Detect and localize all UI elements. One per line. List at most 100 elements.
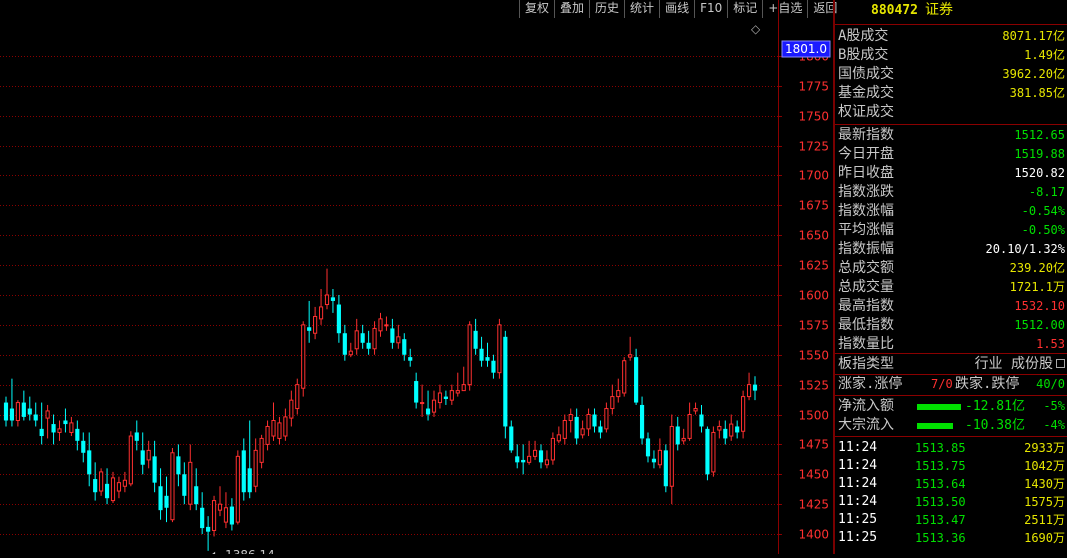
- candle[interactable]: [295, 378, 300, 415]
- candle[interactable]: [110, 471, 116, 503]
- candle[interactable]: [390, 318, 395, 349]
- candle[interactable]: [556, 426, 561, 444]
- candle[interactable]: [741, 390, 746, 439]
- tick-row[interactable]: 11:25 1513.36 1690万: [835, 529, 1067, 547]
- candle[interactable]: [402, 333, 407, 361]
- candle[interactable]: [455, 372, 460, 397]
- candle[interactable]: [378, 312, 383, 337]
- candle[interactable]: [687, 402, 692, 441]
- candle[interactable]: [301, 321, 306, 397]
- tick-row[interactable]: 11:24 1513.64 1430万: [835, 475, 1067, 493]
- candle[interactable]: [550, 432, 555, 465]
- candle[interactable]: [420, 384, 425, 417]
- candle[interactable]: [598, 420, 603, 439]
- candle[interactable]: [544, 450, 550, 469]
- candle[interactable]: [152, 440, 157, 493]
- candle[interactable]: [128, 431, 133, 487]
- candle[interactable]: [699, 404, 704, 433]
- candle[interactable]: [657, 438, 662, 469]
- candle[interactable]: [27, 396, 32, 421]
- candle[interactable]: [229, 498, 234, 531]
- candle[interactable]: [342, 324, 347, 361]
- candle[interactable]: [324, 268, 330, 310]
- toolbar-button[interactable]: +自选: [762, 0, 807, 18]
- candle[interactable]: [87, 432, 92, 487]
- candle[interactable]: [253, 438, 258, 493]
- candle[interactable]: [3, 396, 9, 427]
- candle[interactable]: [711, 426, 716, 477]
- candle[interactable]: [663, 444, 668, 493]
- candle[interactable]: [616, 378, 621, 403]
- tick-row[interactable]: 11:24 1513.50 1575万: [835, 493, 1067, 511]
- toolbar-button[interactable]: 画线: [659, 0, 694, 18]
- candle[interactable]: [104, 468, 110, 505]
- candle[interactable]: [336, 294, 341, 343]
- candle[interactable]: [473, 318, 478, 355]
- toolbar-button[interactable]: 历史: [589, 0, 624, 18]
- candle[interactable]: [15, 400, 20, 427]
- candle[interactable]: [538, 444, 544, 469]
- toolbar-button[interactable]: 叠加: [554, 0, 589, 18]
- candle[interactable]: [610, 384, 615, 415]
- candle[interactable]: [384, 316, 389, 331]
- candle[interactable]: [188, 444, 193, 511]
- diamond-icon[interactable]: ◇: [751, 22, 760, 36]
- candle[interactable]: [259, 434, 264, 469]
- candle[interactable]: [366, 330, 371, 355]
- toolbar-button[interactable]: F10: [694, 0, 727, 18]
- candle[interactable]: [57, 420, 62, 441]
- candle[interactable]: [69, 416, 74, 437]
- candle[interactable]: [348, 342, 353, 358]
- candle[interactable]: [580, 420, 585, 439]
- candle[interactable]: [81, 432, 86, 463]
- candle[interactable]: [532, 440, 538, 460]
- candle[interactable]: [431, 390, 437, 417]
- tick-row[interactable]: 11:25 1513.47 2511万: [835, 511, 1067, 529]
- candle[interactable]: [330, 288, 336, 313]
- candle[interactable]: [277, 416, 282, 445]
- candle[interactable]: [158, 468, 163, 520]
- board-type-value[interactable]: 行业 成份股: [975, 355, 1053, 374]
- candle[interactable]: [99, 468, 104, 496]
- candle[interactable]: [45, 404, 50, 439]
- candle[interactable]: [604, 402, 609, 433]
- candle[interactable]: [746, 372, 752, 401]
- candle[interactable]: [693, 402, 698, 415]
- candle[interactable]: [313, 306, 318, 340]
- candle[interactable]: [235, 450, 240, 525]
- candle[interactable]: [354, 318, 359, 355]
- candle[interactable]: [39, 402, 44, 445]
- candle[interactable]: [217, 486, 223, 517]
- kline-chart-svg[interactable]: 1800177517501725170016751650162516001575…: [0, 0, 834, 558]
- candle[interactable]: [503, 330, 508, 439]
- candle[interactable]: [247, 420, 252, 499]
- candle[interactable]: [479, 336, 484, 367]
- candle[interactable]: [592, 408, 597, 433]
- toolbar-button[interactable]: 复权: [519, 0, 554, 18]
- tick-row[interactable]: 11:24 1513.85 2933万: [835, 439, 1067, 457]
- candle[interactable]: [176, 444, 181, 487]
- candle[interactable]: [283, 408, 288, 441]
- candle[interactable]: [681, 428, 686, 445]
- candle[interactable]: [116, 476, 122, 499]
- tick-row[interactable]: 11:24 1513.75 1042万: [835, 457, 1067, 475]
- candle[interactable]: [497, 318, 502, 379]
- candle[interactable]: [449, 384, 454, 405]
- candle[interactable]: [289, 390, 294, 427]
- candle[interactable]: [634, 348, 639, 405]
- candle[interactable]: [241, 438, 246, 501]
- candle[interactable]: [443, 390, 448, 405]
- candle[interactable]: [164, 476, 169, 523]
- candle[interactable]: [639, 396, 645, 445]
- candle[interactable]: [705, 426, 710, 481]
- candle[interactable]: [206, 516, 211, 551]
- candle[interactable]: [509, 420, 514, 453]
- candle[interactable]: [586, 408, 591, 437]
- candle[interactable]: [461, 366, 466, 392]
- candle[interactable]: [562, 414, 567, 445]
- candle[interactable]: [515, 444, 520, 469]
- kline-chart[interactable]: 1800177517501725170016751650162516001575…: [0, 0, 834, 558]
- candle[interactable]: [735, 420, 740, 439]
- toolbar-button[interactable]: 统计: [624, 0, 659, 18]
- candle[interactable]: [134, 420, 139, 451]
